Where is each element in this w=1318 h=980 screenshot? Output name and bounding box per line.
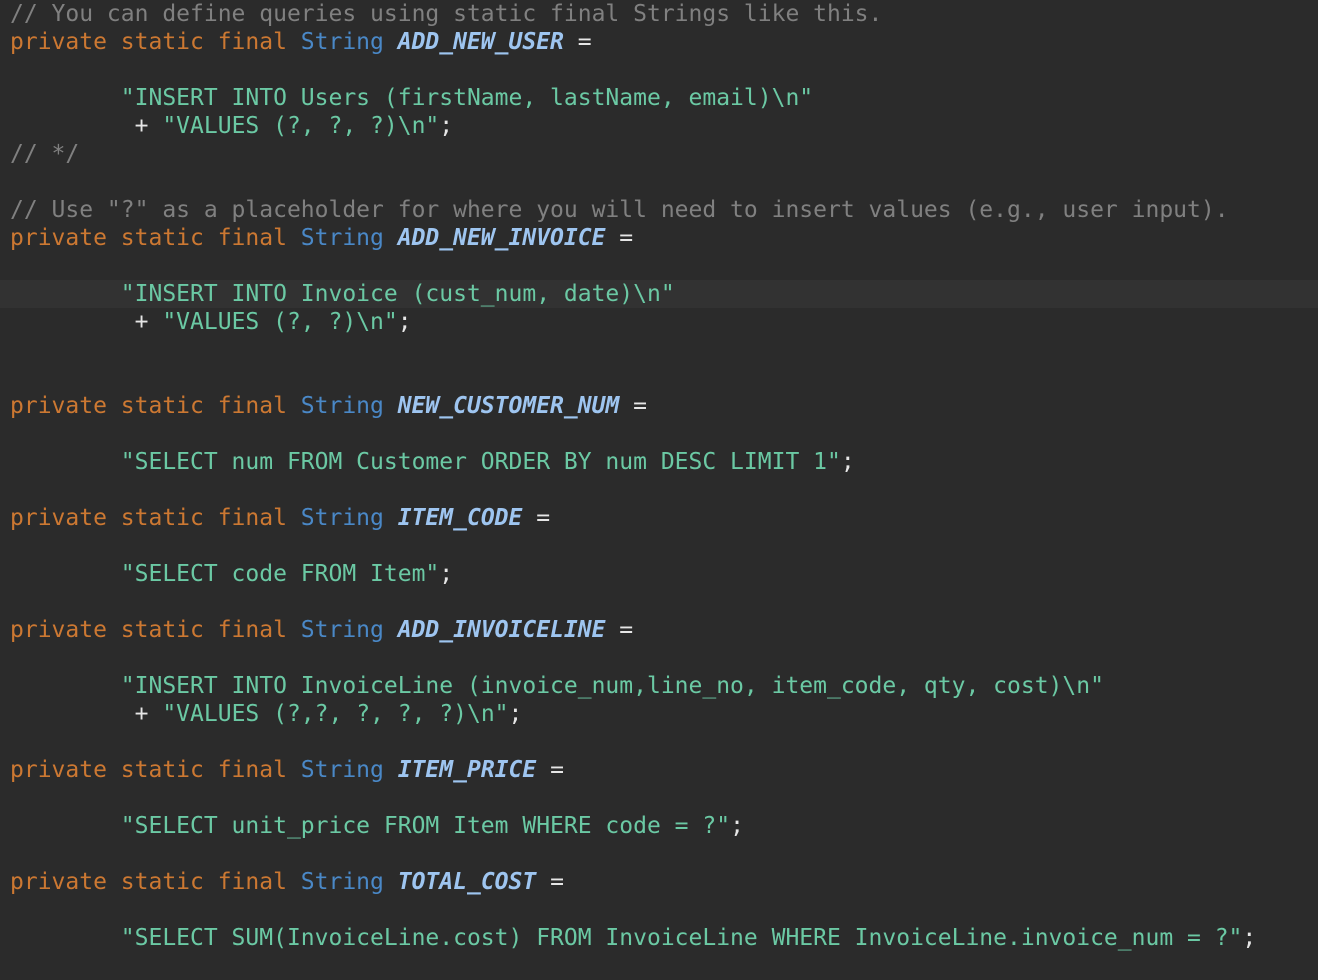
code-line[interactable]: + "VALUES (?, ?, ?)\n"; bbox=[0, 112, 1318, 140]
code-token-comment: // Use "?" as a placeholder for where yo… bbox=[10, 197, 1229, 223]
code-token-type: String bbox=[300, 869, 398, 895]
code-token-comment: // You can define queries using static f… bbox=[10, 1, 883, 27]
code-line[interactable]: + "VALUES (?,?, ?, ?, ?)\n"; bbox=[0, 700, 1318, 728]
code-line[interactable]: private static final String ITEM_CODE = bbox=[0, 504, 1318, 532]
code-line[interactable]: // Use "?" as a placeholder for where yo… bbox=[0, 196, 1318, 224]
code-token-const: ADD_NEW_INVOICE bbox=[397, 225, 606, 251]
code-line[interactable]: "SELECT code FROM Item"; bbox=[0, 560, 1318, 588]
code-token-string: "VALUES (?, ?, ?)\n" bbox=[162, 113, 440, 139]
code-line[interactable] bbox=[0, 420, 1318, 448]
code-token-op: ; bbox=[439, 113, 454, 139]
code-token-op: + bbox=[134, 113, 163, 139]
code-line[interactable]: "SELECT num FROM Customer ORDER BY num D… bbox=[0, 448, 1318, 476]
code-token-op: = bbox=[536, 757, 564, 783]
code-token-op: = bbox=[605, 225, 634, 251]
code-token-type: String bbox=[300, 225, 398, 251]
code-token-op: = bbox=[536, 869, 564, 895]
code-line[interactable] bbox=[0, 784, 1318, 812]
code-token-keyword: private static final bbox=[10, 757, 301, 783]
code-line[interactable]: "SELECT unit_price FROM Item WHERE code … bbox=[0, 812, 1318, 840]
code-line[interactable]: private static final String ADD_NEW_USER… bbox=[0, 28, 1318, 56]
code-token-op: = bbox=[619, 393, 647, 419]
code-token-op: + bbox=[134, 701, 163, 727]
code-token-type: String bbox=[300, 757, 398, 783]
code-token-keyword: private static final bbox=[10, 617, 301, 643]
code-line[interactable]: "INSERT INTO Users (firstName, lastName,… bbox=[0, 84, 1318, 112]
code-line[interactable] bbox=[0, 840, 1318, 868]
code-line[interactable] bbox=[0, 56, 1318, 84]
code-line[interactable]: private static final String ADD_INVOICEL… bbox=[0, 616, 1318, 644]
code-token-keyword: private static final bbox=[10, 29, 301, 55]
code-editor[interactable]: // You can define queries using static f… bbox=[0, 0, 1318, 970]
code-line[interactable]: + "VALUES (?, ?)\n"; bbox=[0, 308, 1318, 336]
code-line[interactable]: "INSERT INTO Invoice (cust_num, date)\n" bbox=[0, 280, 1318, 308]
code-token-op: ; bbox=[397, 309, 412, 335]
code-token-const: TOTAL_COST bbox=[397, 869, 537, 895]
code-token-op: ; bbox=[1242, 925, 1257, 951]
code-token-string: "VALUES (?,?, ?, ?, ?)\n" bbox=[162, 701, 509, 727]
code-token-const: ADD_INVOICELINE bbox=[397, 617, 606, 643]
code-token-type: String bbox=[300, 617, 398, 643]
code-line[interactable] bbox=[0, 728, 1318, 756]
code-token-keyword: private static final bbox=[10, 393, 301, 419]
code-line[interactable] bbox=[0, 252, 1318, 280]
code-token-const: NEW_CUSTOMER_NUM bbox=[397, 393, 620, 419]
code-token-string: "SELECT unit_price FROM Item WHERE code … bbox=[120, 813, 731, 839]
code-line[interactable] bbox=[0, 588, 1318, 616]
code-line[interactable]: "INSERT INTO InvoiceLine (invoice_num,li… bbox=[0, 672, 1318, 700]
code-token-string: "INSERT INTO InvoiceLine (invoice_num,li… bbox=[120, 673, 1104, 699]
code-token-keyword: private static final bbox=[10, 869, 301, 895]
code-line[interactable]: // */ bbox=[0, 140, 1318, 168]
code-line[interactable]: // You can define queries using static f… bbox=[0, 0, 1318, 28]
code-token-string: "INSERT INTO Invoice (cust_num, date)\n" bbox=[120, 281, 675, 307]
code-token-string: "SELECT num FROM Customer ORDER BY num D… bbox=[120, 449, 841, 475]
code-token-keyword: private static final bbox=[10, 225, 301, 251]
code-line[interactable] bbox=[0, 532, 1318, 560]
code-token-string: "SELECT SUM(InvoiceLine.cost) FROM Invoi… bbox=[120, 925, 1243, 951]
code-token-comment: // */ bbox=[10, 141, 80, 167]
code-token-keyword: private static final bbox=[10, 505, 301, 531]
code-line[interactable] bbox=[0, 476, 1318, 504]
code-token-const: ADD_NEW_USER bbox=[397, 29, 564, 55]
code-token-const: ITEM_CODE bbox=[397, 505, 523, 531]
code-token-op: ; bbox=[508, 701, 523, 727]
code-line[interactable]: private static final String ITEM_PRICE = bbox=[0, 756, 1318, 784]
code-token-type: String bbox=[300, 393, 398, 419]
code-line[interactable]: private static final String ADD_NEW_INVO… bbox=[0, 224, 1318, 252]
code-line[interactable] bbox=[0, 364, 1318, 392]
code-line[interactable] bbox=[0, 644, 1318, 672]
code-token-string: "VALUES (?, ?)\n" bbox=[162, 309, 398, 335]
code-token-op: = bbox=[522, 505, 551, 531]
code-token-type: String bbox=[300, 505, 398, 531]
code-token-string: "INSERT INTO Users (firstName, lastName,… bbox=[120, 85, 814, 111]
code-token-const: ITEM_PRICE bbox=[397, 757, 537, 783]
code-line[interactable]: "SELECT SUM(InvoiceLine.cost) FROM Invoi… bbox=[0, 924, 1318, 952]
code-token-op: ; bbox=[730, 813, 744, 839]
code-line[interactable] bbox=[0, 168, 1318, 196]
code-token-op: ; bbox=[840, 449, 855, 475]
code-token-op: ; bbox=[439, 561, 454, 587]
code-line[interactable]: private static final String NEW_CUSTOMER… bbox=[0, 392, 1318, 420]
code-line[interactable] bbox=[0, 336, 1318, 364]
code-line[interactable]: private static final String TOTAL_COST = bbox=[0, 868, 1318, 896]
code-line[interactable] bbox=[0, 896, 1318, 924]
code-token-op: = bbox=[563, 29, 592, 55]
code-token-type: String bbox=[300, 29, 398, 55]
code-token-op: = bbox=[605, 617, 634, 643]
code-line[interactable] bbox=[0, 952, 1318, 980]
code-token-op: + bbox=[134, 309, 163, 335]
code-token-string: "SELECT code FROM Item" bbox=[120, 561, 440, 587]
